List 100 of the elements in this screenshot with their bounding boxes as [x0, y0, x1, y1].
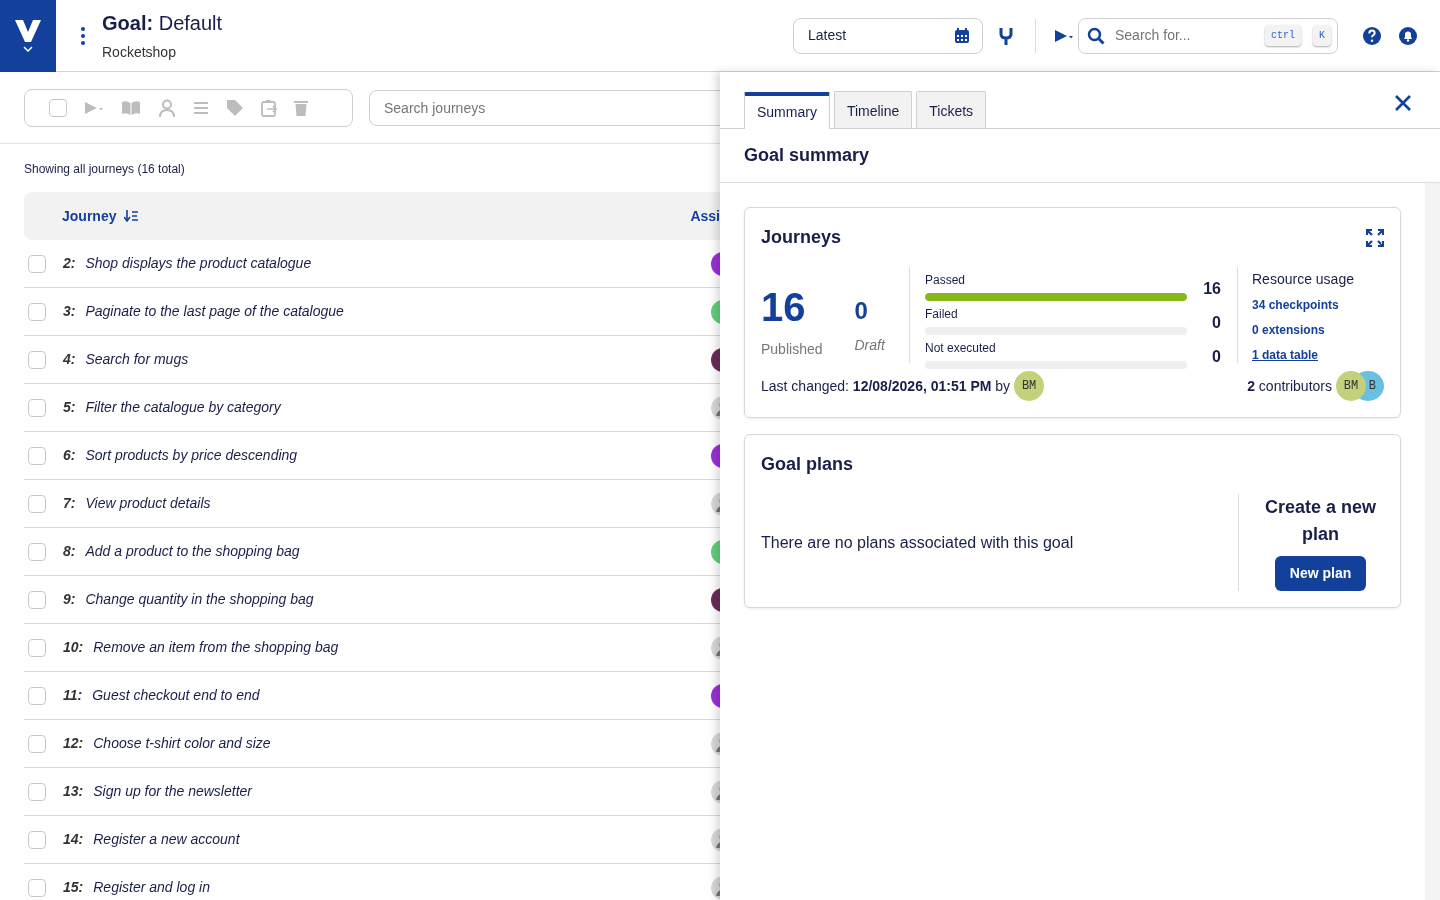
- journey-number: 9:: [63, 590, 76, 609]
- page-title: Goal: Default: [102, 11, 223, 36]
- more-menu-icon[interactable]: [80, 25, 86, 46]
- row-checkbox[interactable]: [28, 782, 46, 801]
- panel-tab[interactable]: Summary: [744, 92, 830, 129]
- row-checkbox[interactable]: [28, 494, 46, 513]
- tag-icon[interactable]: [226, 98, 244, 117]
- contributor-avatar: BM: [1336, 371, 1366, 401]
- journey-name[interactable]: Choose t-shirt color and size: [93, 733, 271, 754]
- row-checkbox[interactable]: [28, 830, 46, 849]
- row-checkbox[interactable]: [28, 878, 46, 897]
- journey-number: 11:: [63, 686, 83, 705]
- journey-name[interactable]: Add a product to the shopping bag: [85, 541, 300, 562]
- result-count: 0: [1212, 347, 1221, 367]
- last-changed-text: Last changed: 12/08/2026, 01:51 PM by: [761, 376, 1011, 396]
- logo-button[interactable]: [0, 0, 56, 72]
- journey-name[interactable]: View product details: [85, 493, 211, 514]
- journey-name[interactable]: Change quantity in the shopping bag: [85, 589, 314, 610]
- row-checkbox[interactable]: [28, 590, 46, 609]
- row-checkbox[interactable]: [28, 446, 46, 465]
- row-checkbox[interactable]: [28, 686, 46, 705]
- draft-count: 0: [854, 299, 869, 323]
- chevron-down-icon[interactable]: [23, 45, 33, 52]
- notification-icon[interactable]: [1398, 25, 1418, 46]
- row-checkbox[interactable]: [28, 350, 46, 369]
- new-plan-button[interactable]: New plan: [1274, 556, 1367, 591]
- empty-message: There are no plans associated with this goal: [761, 532, 1074, 553]
- result-label: Failed: [925, 306, 959, 323]
- logo-icon: [15, 19, 41, 42]
- resource-link[interactable]: 1 data table: [1252, 348, 1319, 362]
- row-checkbox[interactable]: [28, 734, 46, 753]
- panel-tab[interactable]: Timeline: [833, 91, 913, 128]
- scrollbar[interactable]: [1425, 183, 1440, 900]
- journey-number: 10:: [63, 638, 84, 657]
- journey-name[interactable]: Guest checkout end to end: [92, 685, 260, 706]
- keyboard-key: K: [1313, 25, 1332, 46]
- row-checkbox[interactable]: [28, 398, 46, 417]
- journey-name[interactable]: Register and log in: [93, 877, 210, 898]
- result-label: Passed: [925, 272, 967, 289]
- project-name: Rocketshop: [102, 43, 177, 62]
- result-label: Not executed: [925, 340, 997, 357]
- list-icon[interactable]: [193, 100, 209, 115]
- select-all-checkbox[interactable]: [49, 98, 67, 117]
- contributors-text: 2 contributors: [1247, 376, 1332, 396]
- journey-name[interactable]: Search for mugs: [85, 349, 189, 370]
- search-journeys-field[interactable]: Search journeys: [369, 89, 720, 126]
- row-checkbox[interactable]: [28, 254, 46, 273]
- sort-icon[interactable]: [124, 210, 139, 222]
- column-header[interactable]: Assi: [690, 205, 720, 227]
- journey-number: 12:: [63, 734, 84, 753]
- calendar-icon: [954, 27, 970, 44]
- published-label: Published: [761, 340, 823, 359]
- run-icon[interactable]: [1054, 28, 1074, 43]
- journey-number: 14:: [63, 830, 84, 849]
- version-field[interactable]: Latest: [793, 17, 983, 54]
- panel-heading: Goal summary: [720, 129, 1440, 183]
- trash-icon[interactable]: [294, 99, 308, 116]
- journey-name[interactable]: Remove an item from the shopping bag: [93, 637, 339, 658]
- clipboard-icon[interactable]: [261, 98, 277, 117]
- journey-name[interactable]: Filter the catalogue by category: [85, 397, 281, 418]
- row-checkbox[interactable]: [28, 638, 46, 657]
- close-icon[interactable]: [1394, 94, 1412, 112]
- user-icon[interactable]: [158, 98, 176, 117]
- search-icon: [1087, 26, 1105, 45]
- column-header[interactable]: Journey: [62, 205, 117, 227]
- expand-icon[interactable]: [1366, 228, 1384, 247]
- journey-number: 4:: [63, 350, 76, 369]
- journey-name[interactable]: Paginate to the last page of the catalogue: [85, 301, 344, 322]
- journey-count: Showing all journeys (16 total): [24, 161, 185, 178]
- result-count: 0: [1212, 313, 1221, 333]
- create-plan-heading: Create a new plan: [1263, 496, 1378, 546]
- user-avatar: BM: [1014, 371, 1045, 401]
- card-title: Goal plans: [761, 453, 855, 476]
- journey-name[interactable]: Sort products by price descending: [85, 445, 298, 466]
- journey-number: 8:: [63, 542, 76, 561]
- journey-number: 2:: [63, 254, 76, 273]
- journey-number: 15:: [63, 878, 84, 897]
- resource-title: Resource usage: [1252, 270, 1354, 289]
- branch-icon[interactable]: [999, 26, 1013, 45]
- book-icon[interactable]: [121, 99, 141, 116]
- search-field[interactable]: Search for... ctrl K: [1078, 17, 1338, 54]
- journey-number: 7:: [63, 494, 76, 513]
- journey-number: 3:: [63, 302, 76, 321]
- resource-link[interactable]: 34 checkpoints: [1252, 298, 1339, 312]
- journey-name[interactable]: Sign up for the newsletter: [93, 781, 252, 802]
- journey-name[interactable]: Shop displays the product catalogue: [85, 253, 312, 274]
- result-count: 16: [1203, 279, 1221, 299]
- journey-number: 13:: [63, 782, 84, 801]
- journey-name[interactable]: Register a new account: [93, 829, 240, 850]
- row-checkbox[interactable]: [28, 302, 46, 321]
- draft-label: Draft: [854, 336, 885, 355]
- panel-tab[interactable]: Tickets: [916, 91, 987, 128]
- help-icon[interactable]: [1362, 25, 1382, 46]
- keyboard-key: ctrl: [1265, 25, 1301, 46]
- card-title: Journeys: [761, 226, 842, 249]
- resource-link[interactable]: 0 extensions: [1252, 323, 1325, 337]
- journey-number: 5:: [63, 398, 76, 417]
- row-checkbox[interactable]: [28, 542, 46, 561]
- published-count: 16: [761, 287, 807, 327]
- journey-number: 6:: [63, 446, 76, 465]
